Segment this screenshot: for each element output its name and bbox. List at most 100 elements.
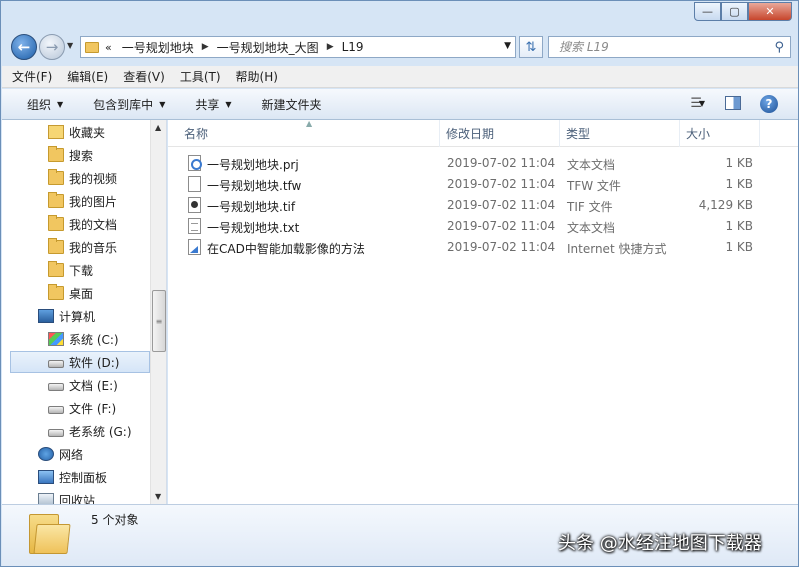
- scroll-down-icon[interactable]: ▼: [155, 492, 161, 501]
- file-modified: 2019-07-02 11:04: [447, 198, 556, 212]
- item-count: 5 个对象: [91, 513, 139, 527]
- drive-icon: [48, 359, 64, 368]
- nav-item-label: 老系统 (G:): [69, 424, 132, 439]
- include-in-library-label: 包含到库中: [93, 97, 154, 112]
- folder-icon: [48, 284, 64, 300]
- tif-file-icon: [188, 197, 201, 213]
- nav-item-label: 我的音乐: [69, 240, 118, 255]
- tfw-file-icon: [188, 176, 201, 192]
- prj-file-icon: [188, 155, 202, 171]
- share-label: 共享: [195, 97, 220, 112]
- system-drive-icon: [48, 332, 64, 346]
- nav-item-recycle-bin[interactable]: 回收站: [38, 489, 166, 505]
- nav-item-computer[interactable]: 计算机: [38, 305, 166, 327]
- help-icon[interactable]: ?: [760, 95, 778, 113]
- file-type: TIF 文件: [567, 200, 613, 214]
- search-input[interactable]: [559, 40, 759, 54]
- nav-item-label: 我的图片: [69, 194, 118, 209]
- forward-button[interactable]: →: [39, 34, 65, 60]
- file-row[interactable]: 一号规划地块.prj 2019-07-02 11:04 文本文档 1 KB: [168, 153, 798, 174]
- navigation-pane: 收藏夹 搜索 我的视频 我的图片 我的文档 我的音乐 下载 桌面 计算机 系统 …: [2, 120, 167, 504]
- file-row[interactable]: 一号规划地块.tfw 2019-07-02 11:04 TFW 文件 1 KB: [168, 174, 798, 195]
- organize-button[interactable]: 组织 ▼: [27, 96, 63, 113]
- nav-item-label: 桌面: [69, 286, 94, 301]
- chevron-down-icon: ▼: [57, 99, 64, 109]
- watermark: 头条 @水经注地图下载器: [558, 533, 762, 554]
- back-arrow-icon: ←: [17, 38, 31, 56]
- refresh-button[interactable]: ⇅: [519, 36, 543, 58]
- breadcrumb-item[interactable]: 一号规划地块_大图: [217, 39, 319, 56]
- folder-icon: [48, 261, 64, 277]
- drive-icon: [48, 405, 64, 414]
- file-type: TFW 文件: [567, 179, 621, 193]
- command-bar: 组织 ▼ 包含到库中 ▼ 共享 ▼ 新建文件夹 ☰ ▼ ?: [2, 89, 798, 120]
- new-folder-button[interactable]: 新建文件夹: [262, 96, 322, 113]
- menu-help[interactable]: 帮助(H): [236, 68, 278, 85]
- nav-item-label: 我的视频: [69, 171, 118, 186]
- file-size: 1 KB: [725, 156, 753, 170]
- nav-item-label: 系统 (C:): [69, 332, 119, 347]
- file-type: 文本文档: [567, 158, 616, 172]
- nav-item-label: 网络: [59, 447, 84, 462]
- share-button[interactable]: 共享 ▼: [195, 96, 231, 113]
- nav-item-label: 软件 (D:): [69, 355, 120, 370]
- file-name: 一号规划地块.tif: [207, 200, 296, 214]
- preview-pane-icon[interactable]: [725, 96, 741, 110]
- menu-tools[interactable]: 工具(T): [180, 68, 221, 85]
- close-button[interactable]: ✕: [748, 2, 792, 21]
- breadcrumb-item[interactable]: 一号规划地块: [122, 39, 194, 56]
- column-header: ▲ 名称 修改日期 类型 大小: [168, 119, 798, 147]
- menu-edit[interactable]: 编辑(E): [67, 68, 108, 85]
- caption-buttons: — ▢ ✕: [694, 2, 792, 21]
- maximize-button[interactable]: ▢: [721, 2, 748, 21]
- nav-item-label: 回收站: [59, 493, 96, 505]
- drive-icon: [48, 382, 64, 391]
- back-button[interactable]: ←: [11, 34, 37, 60]
- status-bar: 5 个对象 头条 @水经注地图下载器: [2, 504, 798, 566]
- file-size: 4,129 KB: [698, 198, 753, 212]
- column-type[interactable]: 类型: [560, 120, 680, 147]
- scroll-up-icon[interactable]: ▲: [155, 123, 161, 132]
- search-box: ⚲: [548, 36, 791, 58]
- file-row[interactable]: 在CAD中智能加载影像的方法 2019-07-02 11:04 Internet…: [168, 237, 798, 258]
- nav-item-label: 控制面板: [59, 470, 108, 485]
- nav-scrollbar[interactable]: ▲ ≡ ▼: [150, 120, 166, 504]
- file-name: 在CAD中智能加载影像的方法: [207, 242, 365, 256]
- breadcrumb-separator-icon[interactable]: ▶: [202, 42, 209, 52]
- menu-view[interactable]: 查看(V): [123, 68, 165, 85]
- computer-icon: [38, 309, 54, 323]
- folder-icon: [48, 215, 64, 231]
- nav-item-network[interactable]: 网络: [38, 443, 166, 465]
- nav-item-label: 我的文档: [69, 217, 118, 232]
- search-icon[interactable]: ⚲: [774, 40, 784, 55]
- file-row[interactable]: 一号规划地块.txt 2019-07-02 11:04 文本文档 1 KB: [168, 216, 798, 237]
- drive-icon: [48, 428, 64, 437]
- recycle-bin-icon: [38, 493, 54, 504]
- menu-file[interactable]: 文件(F): [12, 68, 52, 85]
- column-size[interactable]: 大小: [680, 120, 760, 147]
- scroll-thumb[interactable]: ≡: [152, 290, 166, 352]
- file-size: 1 KB: [725, 219, 753, 233]
- nav-item-drive-d[interactable]: 软件 (D:): [10, 351, 150, 373]
- new-folder-label: 新建文件夹: [261, 97, 322, 112]
- nav-item-label: 文件 (F:): [69, 401, 117, 416]
- breadcrumb-item[interactable]: L19: [342, 40, 364, 54]
- nav-item-label: 文档 (E:): [69, 378, 118, 393]
- file-name: 一号规划地块.tfw: [207, 179, 302, 193]
- folder-icon: [48, 146, 64, 162]
- recent-pages-dropdown[interactable]: ▼: [67, 41, 73, 50]
- file-row[interactable]: 一号规划地块.tif 2019-07-02 11:04 TIF 文件 4,129…: [168, 195, 798, 216]
- minimize-button[interactable]: —: [694, 2, 721, 21]
- column-name[interactable]: 名称: [178, 120, 440, 147]
- file-modified: 2019-07-02 11:04: [447, 219, 556, 233]
- address-bar[interactable]: « 一号规划地块 ▶ 一号规划地块_大图 ▶ L19 ▼: [80, 36, 516, 58]
- breadcrumb-overflow[interactable]: «: [105, 41, 112, 54]
- include-in-library-button[interactable]: 包含到库中 ▼: [93, 96, 165, 113]
- address-dropdown-icon[interactable]: ▼: [504, 41, 511, 51]
- breadcrumb-separator-icon[interactable]: ▶: [327, 42, 334, 52]
- column-modified[interactable]: 修改日期: [440, 120, 560, 147]
- chevron-down-icon[interactable]: ▼: [699, 99, 705, 108]
- nav-item-control-panel[interactable]: 控制面板: [38, 466, 166, 488]
- nav-item-label: 计算机: [59, 309, 96, 324]
- file-modified: 2019-07-02 11:04: [447, 156, 556, 170]
